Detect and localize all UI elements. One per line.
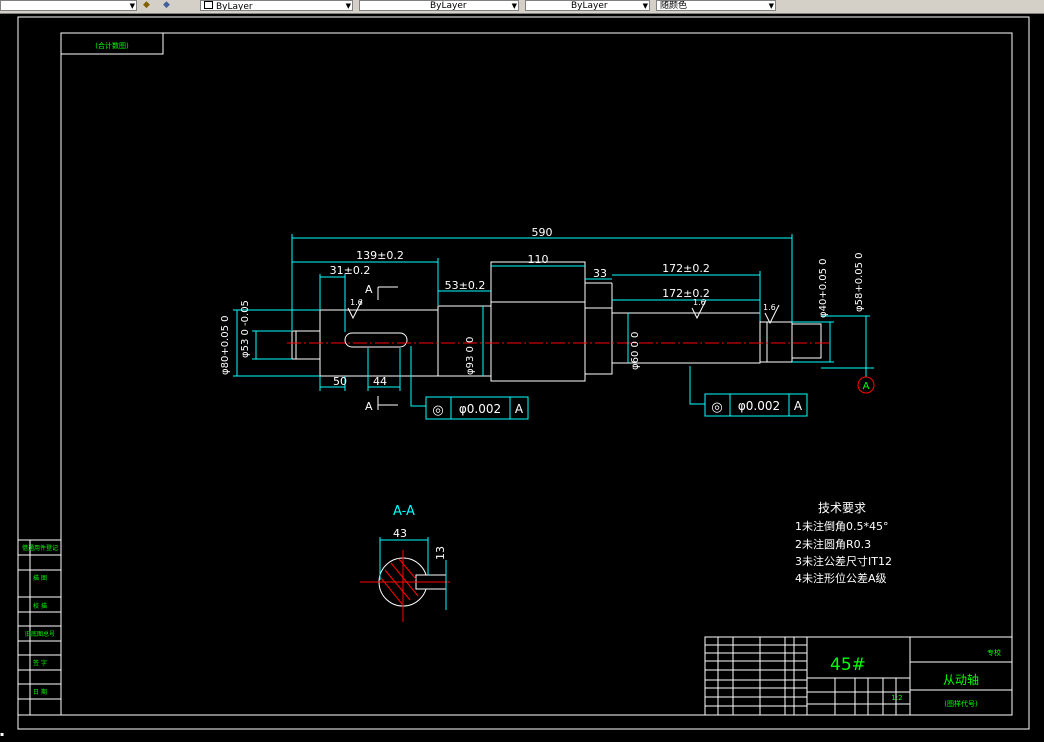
linetype-dropdown[interactable]: ByLayer ▼ [359, 0, 519, 11]
linetype-dropdown-value: ByLayer [430, 1, 467, 11]
shaft-outline [291, 261, 822, 382]
tolerance-frame-left: ◎ φ0.002 A [425, 396, 529, 420]
dim-phi60: φ60 0 0 [630, 332, 641, 370]
left-strip-label: 描 图 [33, 574, 47, 582]
dim-phi40: φ40+0.05 0 [818, 258, 829, 318]
top-left-label: (合计数图) [95, 41, 129, 50]
dim-phi80: φ80+0.05 0 [220, 315, 231, 375]
left-strip-label: 借通用件登记 [22, 544, 58, 552]
dim-phi93: φ93 0 0 [465, 337, 476, 375]
dim-phi53: φ53 0 -0.05 [240, 300, 251, 358]
left-strip-label: 旧底图总号 [25, 630, 55, 638]
section-marker-top: A [365, 283, 373, 296]
inner-border [60, 32, 1013, 716]
section-dim-width: 43 [393, 527, 407, 540]
lineweight-dropdown-value: ByLayer [571, 1, 608, 11]
left-strip-label: 校 描 [33, 602, 47, 610]
coaxiality-icon: ◎ [711, 400, 722, 415]
dim-172a: 172±0.2 [662, 262, 710, 275]
chevron-down-icon: ▼ [768, 2, 774, 10]
title-scale: 1:2 [891, 694, 902, 702]
plotstyle-dropdown[interactable]: 随颜色 ▼ [656, 0, 776, 11]
layer-previous-icon[interactable]: ◆ [163, 0, 179, 11]
outer-border [17, 16, 1030, 730]
layer-state-icon[interactable]: ◆ [143, 0, 159, 11]
tol-left-datum: A [515, 402, 524, 416]
section-marker-bottom: A [365, 400, 373, 413]
chevron-down-icon: ▼ [129, 2, 135, 10]
drawing-canvas[interactable]: (合计数图) 借通用件登记 描 图 校 描 旧底图总号 签 字 日 期 A A … [0, 14, 1044, 738]
note-item: 1未注倒角0.5*45° [795, 519, 889, 533]
dim-33: 33 [593, 267, 607, 280]
dim-phi58: φ58+0.05 0 [854, 252, 865, 312]
note-item: 3未注公差尺寸IT12 [795, 554, 892, 568]
section-title: A-A [393, 504, 415, 519]
tolerance-frame-right: ◎ φ0.002 A [704, 393, 808, 417]
lineweight-dropdown[interactable]: ByLayer ▼ [525, 0, 650, 11]
color-dropdown-value: ByLayer [216, 2, 253, 11]
chevron-down-icon: ▼ [345, 2, 351, 10]
chevron-down-icon: ▼ [642, 2, 648, 10]
coaxiality-icon: ◎ [432, 403, 443, 418]
title-company: 专校 [987, 648, 1001, 657]
left-strip-label: 签 字 [33, 659, 47, 667]
title-material: 45# [830, 655, 866, 675]
dim-44: 44 [373, 375, 387, 388]
datum-label: A [863, 381, 870, 392]
dim-total-length: 590 [532, 226, 553, 239]
chevron-down-icon: ▼ [511, 2, 517, 10]
cad-drawing: (合计数图) 借通用件登记 描 图 校 描 旧底图总号 签 字 日 期 A A … [17, 16, 1030, 730]
section-dim-depth: 13 [434, 546, 447, 560]
dim-31: 31±0.2 [330, 264, 371, 277]
title-part-name: 从动轴 [943, 672, 979, 687]
dim-50: 50 [333, 375, 347, 388]
toolbar-dropdown-left[interactable]: ▼ [0, 0, 137, 11]
tol-right-datum: A [794, 399, 803, 413]
title-drawing-no: (图样代号) [944, 699, 978, 708]
tol-left-value: φ0.002 [459, 402, 501, 416]
dim-110: 110 [528, 253, 549, 266]
toolbar: ▼ ◆ ◆ ByLayer ▼ ByLayer ▼ ByLayer ▼ 随颜色 ▼ [0, 0, 1044, 14]
color-swatch-icon [204, 1, 213, 9]
section-markers [377, 286, 398, 410]
dim-139: 139±0.2 [356, 249, 404, 262]
status-cursor: ▪ [0, 731, 5, 738]
dimension-lines [233, 234, 870, 407]
roughness-symbols [347, 299, 780, 325]
dim-53: 53±0.2 [445, 279, 486, 292]
note-item: 2未注圆角R0.3 [795, 537, 871, 551]
dim-172b: 172±0.2 [662, 287, 710, 300]
tol-right-value: φ0.002 [738, 399, 780, 413]
left-strip-label: 日 期 [33, 688, 47, 696]
roughness-left: 1.6 [350, 298, 363, 307]
color-dropdown[interactable]: ByLayer ▼ [200, 0, 353, 11]
note-item: 4未注形位公差A级 [795, 571, 887, 585]
roughness-right: 1.6 [763, 303, 776, 312]
plotstyle-dropdown-value: 随颜色 [660, 1, 688, 11]
notes-title: 技术要求 [818, 501, 866, 515]
